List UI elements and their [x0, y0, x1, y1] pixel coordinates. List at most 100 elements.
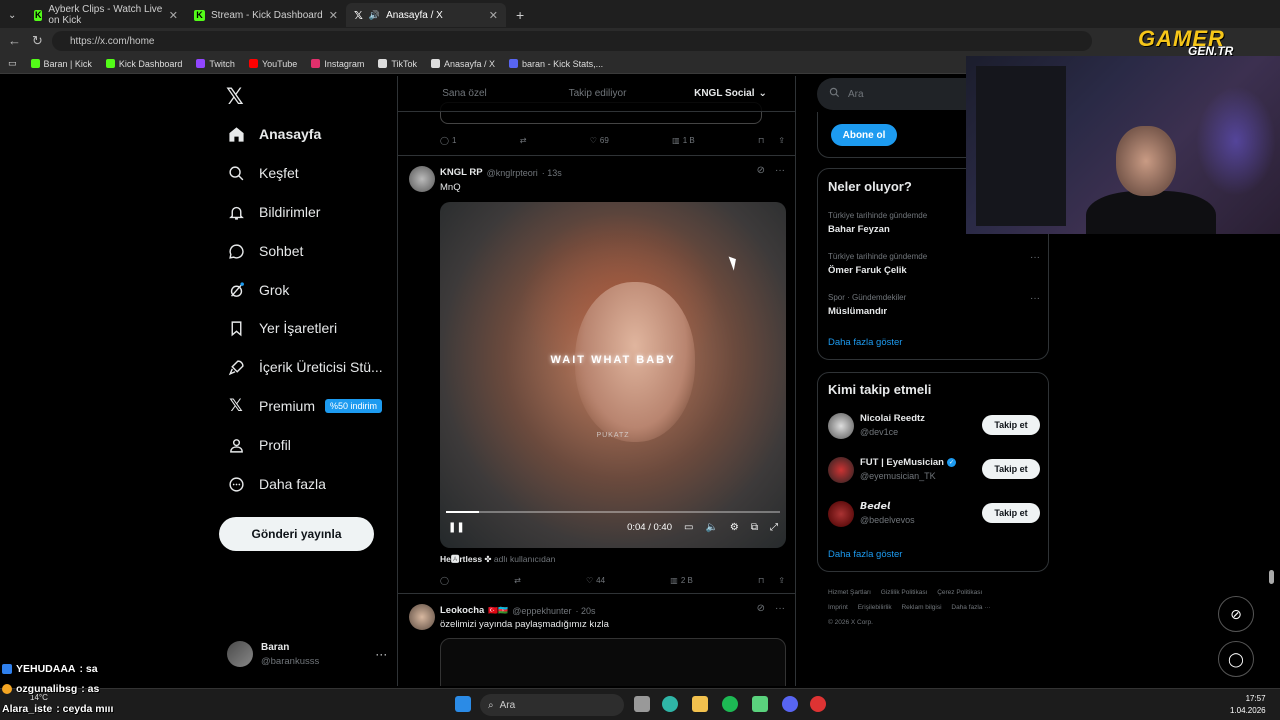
views-button[interactable]: ▥ 2 B [670, 576, 693, 585]
video-progress-bar[interactable] [446, 511, 780, 513]
tab-list-button[interactable]: ⌄ [0, 3, 26, 27]
avatar[interactable] [828, 413, 854, 439]
task-view-icon[interactable] [634, 696, 650, 712]
reload-icon[interactable]: ↻ [32, 33, 43, 49]
nav-item-explore[interactable]: Keşfet [227, 164, 299, 182]
edge-icon[interactable] [662, 696, 678, 712]
footer-link[interactable]: Gizlilik Politikası [881, 589, 928, 596]
follow-button[interactable]: Takip et [982, 459, 1040, 479]
pause-icon[interactable]: ❚❚ [448, 522, 465, 533]
close-icon[interactable]: ✕ [169, 9, 178, 22]
trend-item[interactable]: Spor · Gündemdekiler Müslümandır ··· [828, 293, 1040, 317]
author-handle[interactable]: @knglrpteori [487, 168, 538, 178]
avatar[interactable] [828, 457, 854, 483]
footer-link[interactable]: Reklam bilgisi [901, 604, 941, 611]
close-icon[interactable]: ✕ [329, 9, 338, 22]
repost-button[interactable]: ⇄ [514, 576, 521, 585]
more-icon[interactable]: ··· [1030, 293, 1040, 304]
more-icon[interactable]: ··· [1030, 252, 1040, 263]
follow-suggestion[interactable]: FUT | EyeMusician ✓ @eyemusician_TK Takip… [828, 457, 1040, 487]
nav-item-profile[interactable]: Profil [227, 436, 291, 454]
scrollbar-thumb[interactable] [1269, 570, 1274, 584]
tab-kick-dashboard[interactable]: K Stream - Kick Dashboard ✕ [186, 3, 346, 27]
post-button[interactable]: Gönderi yayınla [219, 517, 374, 551]
more-icon[interactable]: ··· [775, 603, 785, 614]
nav-item-grok[interactable]: Grok [227, 281, 289, 299]
who-show-more-link[interactable]: Daha fazla göster [828, 549, 902, 560]
windows-start-icon[interactable] [455, 696, 471, 712]
repost-button[interactable]: ⇄ [520, 136, 527, 145]
bookmark-icon[interactable]: ⊓ [758, 136, 764, 145]
bookmarks-icon[interactable]: ▭ [8, 58, 17, 69]
views-button[interactable]: ▥ 1 B [672, 136, 695, 145]
pip-icon[interactable]: ⧉ [751, 522, 758, 533]
nav-item-premium[interactable]: 𝕏 Premium %50 indirim [227, 396, 383, 415]
account-switcher[interactable]: Baran @barankusss ··· [227, 641, 387, 667]
back-icon[interactable]: ← [8, 33, 21, 48]
more-icon[interactable]: ··· [775, 165, 785, 176]
follow-button[interactable]: Takip et [982, 503, 1040, 523]
file-explorer-icon[interactable] [692, 696, 708, 712]
share-icon[interactable]: ⇪ [778, 136, 785, 145]
post[interactable]: Leokocha 🇹🇷🇦🇿 @eppekhunter · 20s ⊘ ··· ö… [398, 593, 795, 686]
footer-link[interactable]: Daha fazla ··· [951, 604, 990, 611]
author-handle[interactable]: @eppekhunter [512, 606, 571, 616]
x-logo-icon[interactable]: 𝕏 [226, 84, 244, 110]
bookmark-youtube[interactable]: YouTube [248, 59, 297, 69]
grok-fab-button[interactable]: ⊘ [1218, 596, 1254, 632]
new-tab-button[interactable]: + [508, 3, 528, 27]
settings-gear-icon[interactable]: ⚙ [730, 522, 739, 533]
author-name[interactable]: KNGL RP [440, 167, 483, 178]
grok-icon[interactable]: ⊘ [757, 603, 765, 614]
tab-for-you[interactable]: Sana özel [398, 76, 531, 111]
media-preview[interactable] [440, 638, 786, 686]
url-input[interactable]: https://x.com/home [52, 31, 1092, 51]
avatar[interactable] [409, 166, 435, 192]
bookmark-baran-kick[interactable]: Baran | Kick [30, 59, 92, 69]
avatar[interactable] [828, 501, 854, 527]
nav-item-notifications[interactable]: Bildirimler [227, 203, 320, 221]
trend-item[interactable]: Türkiye tarihinde gündemde Ömer Faruk Çe… [828, 252, 1040, 276]
trends-show-more-link[interactable]: Daha fazla göster [828, 337, 902, 348]
share-icon[interactable]: ⇪ [778, 576, 785, 585]
app-icon[interactable] [752, 696, 768, 712]
messages-fab-button[interactable]: ◯ [1218, 641, 1254, 677]
like-button[interactable]: ♡ 44 [586, 576, 605, 585]
footer-link[interactable]: Erişilebilirlik [858, 604, 892, 611]
like-button[interactable]: ♡ 69 [590, 136, 609, 145]
close-icon[interactable]: ✕ [489, 9, 498, 22]
fullscreen-icon[interactable]: ⤢ [770, 522, 778, 533]
grok-icon[interactable]: ⊘ [757, 165, 765, 176]
nav-item-creator-studio[interactable]: İçerik Üreticisi Stü... [227, 358, 383, 376]
footer-link[interactable]: Çerez Politikası [937, 589, 982, 596]
nav-item-home[interactable]: Anasayfa [227, 125, 321, 143]
volume-icon[interactable]: 🔈 [705, 522, 717, 533]
post[interactable]: KNGL RP @knglrpteori · 13s ⊘ ··· MnQ WAI… [398, 155, 795, 593]
captions-icon[interactable]: ▭ [684, 522, 693, 533]
footer-link[interactable]: Imprint [828, 604, 848, 611]
follow-suggestion[interactable]: 𝘽𝙚𝙙𝙚𝙡 @bedelvevos Takip et [828, 501, 1040, 531]
taskbar-search[interactable]: ⌕ Ara [480, 694, 624, 716]
nav-item-more[interactable]: Daha fazla [227, 475, 326, 493]
tab-anasayfa-x[interactable]: 𝕏 🔊 Anasayfa / X ✕ [346, 3, 506, 27]
nav-item-chat[interactable]: Sohbet [227, 242, 303, 260]
bookmark-x[interactable]: Anasayfa / X [431, 59, 495, 69]
bookmark-icon[interactable]: ⊓ [758, 576, 764, 585]
nav-item-bookmarks[interactable]: Yer İşaretleri [227, 319, 337, 337]
follow-suggestion[interactable]: Nicolai Reedtz @dev1ce Takip et [828, 413, 1040, 443]
author-name[interactable]: Leokocha [440, 605, 484, 616]
bookmark-kick-dashboard[interactable]: Kick Dashboard [105, 59, 182, 69]
follow-button[interactable]: Takip et [982, 415, 1040, 435]
reply-button[interactable]: ◯ 1 [440, 136, 456, 145]
tab-following[interactable]: Takip ediliyor [531, 76, 664, 111]
more-icon[interactable]: ··· [375, 647, 387, 661]
bookmark-twitch[interactable]: Twitch [196, 59, 235, 69]
avatar[interactable] [409, 604, 435, 630]
speaker-icon[interactable]: 🔊 [369, 10, 380, 21]
tab-ayberk-clips[interactable]: K Ayberk Clips - Watch Live on Kick ✕ [26, 3, 186, 27]
discord-icon[interactable] [782, 696, 798, 712]
app-icon[interactable] [810, 696, 826, 712]
reply-button[interactable]: ◯ [440, 576, 449, 585]
attribution-user[interactable]: He🅰rtless ✤ [440, 554, 492, 564]
bookmark-instagram[interactable]: Instagram [311, 59, 364, 69]
